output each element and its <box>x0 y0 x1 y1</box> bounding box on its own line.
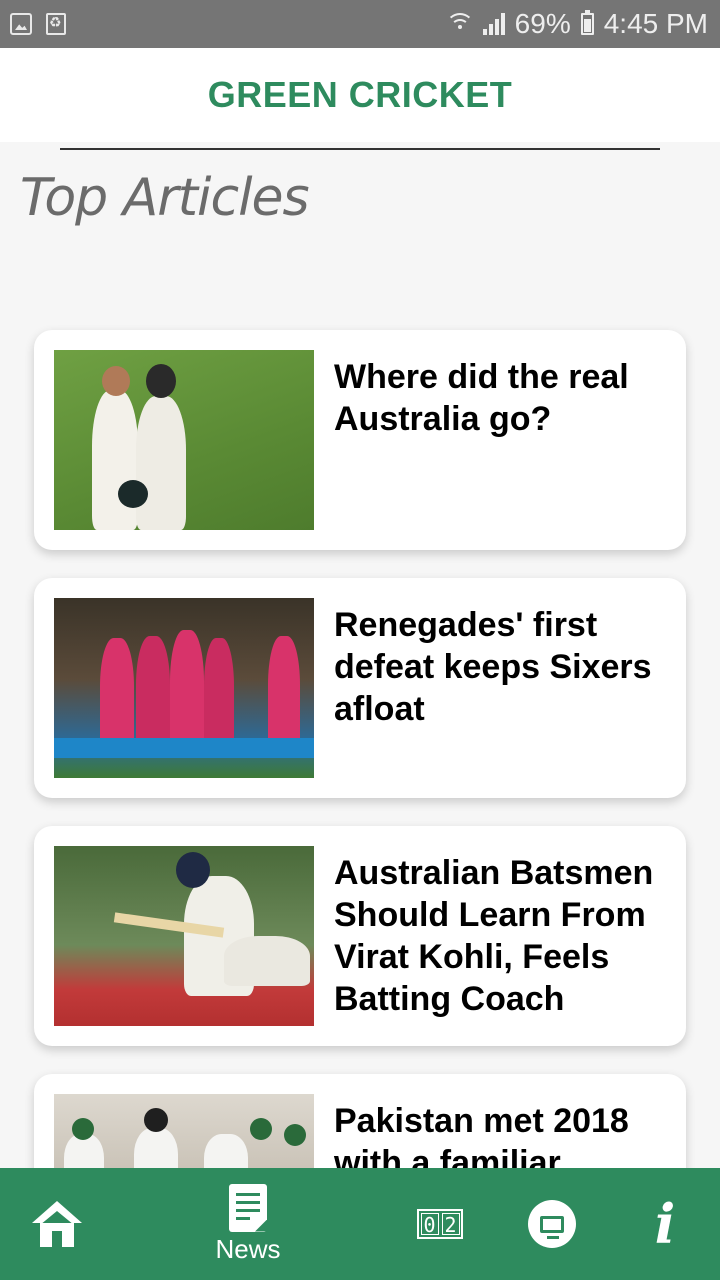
nav-news-label[interactable]: News <box>215 1234 280 1265</box>
clock: 4:45 PM <box>603 8 708 39</box>
article-title[interactable]: Renegades' first defeat keeps Sixers afl… <box>334 604 664 730</box>
article-title[interactable]: Where did the real Australia go? <box>334 356 664 440</box>
article-thumbnail[interactable] <box>54 846 314 1026</box>
nav-home[interactable] <box>22 1168 92 1280</box>
bottom-nav: News 02 i <box>0 1168 720 1280</box>
article-list[interactable]: Where did the real Australia go? Renegad… <box>20 318 700 1168</box>
article-thumbnail[interactable] <box>54 1094 314 1168</box>
article-card[interactable]: Pakistan met 2018 with a familiar <box>34 1074 686 1168</box>
section-title: Top Articles <box>20 168 310 228</box>
gallery-icon <box>10 13 32 35</box>
article-card[interactable]: Renegades' first defeat keeps Sixers afl… <box>34 578 686 798</box>
article-card[interactable]: Australian Batsmen Should Learn From Vir… <box>34 826 686 1046</box>
article-thumbnail[interactable] <box>54 350 314 530</box>
nav-scores[interactable]: 02 <box>412 1168 468 1280</box>
status-left <box>0 13 66 35</box>
header-divider <box>60 148 660 150</box>
scoreboard-icon[interactable]: 02 <box>417 1209 463 1239</box>
nav-live-tv[interactable] <box>526 1168 578 1280</box>
status-bar: 69% 4:45 PM <box>0 0 720 48</box>
app-title: GREEN CRICKET <box>207 74 513 115</box>
article-thumbnail[interactable] <box>54 598 314 778</box>
home-icon[interactable] <box>32 1201 82 1247</box>
recycle-icon <box>46 13 66 35</box>
battery-icon <box>580 10 594 35</box>
nav-info[interactable]: i <box>640 1168 690 1280</box>
news-icon[interactable] <box>229 1183 267 1232</box>
article-title[interactable]: Pakistan met 2018 with a familiar <box>334 1100 664 1168</box>
battery-percent: 69% <box>514 8 571 39</box>
app-header: GREEN CRICKET <box>0 48 720 142</box>
article-title[interactable]: Australian Batsmen Should Learn From Vir… <box>334 852 664 1020</box>
nav-news[interactable]: News <box>198 1168 298 1280</box>
wifi-icon <box>445 13 474 35</box>
tv-icon[interactable] <box>528 1200 576 1248</box>
status-right: 69% 4:45 PM <box>445 8 720 40</box>
article-card[interactable]: Where did the real Australia go? <box>34 330 686 550</box>
signal-icon <box>482 13 505 35</box>
info-icon[interactable]: i <box>655 1197 676 1251</box>
